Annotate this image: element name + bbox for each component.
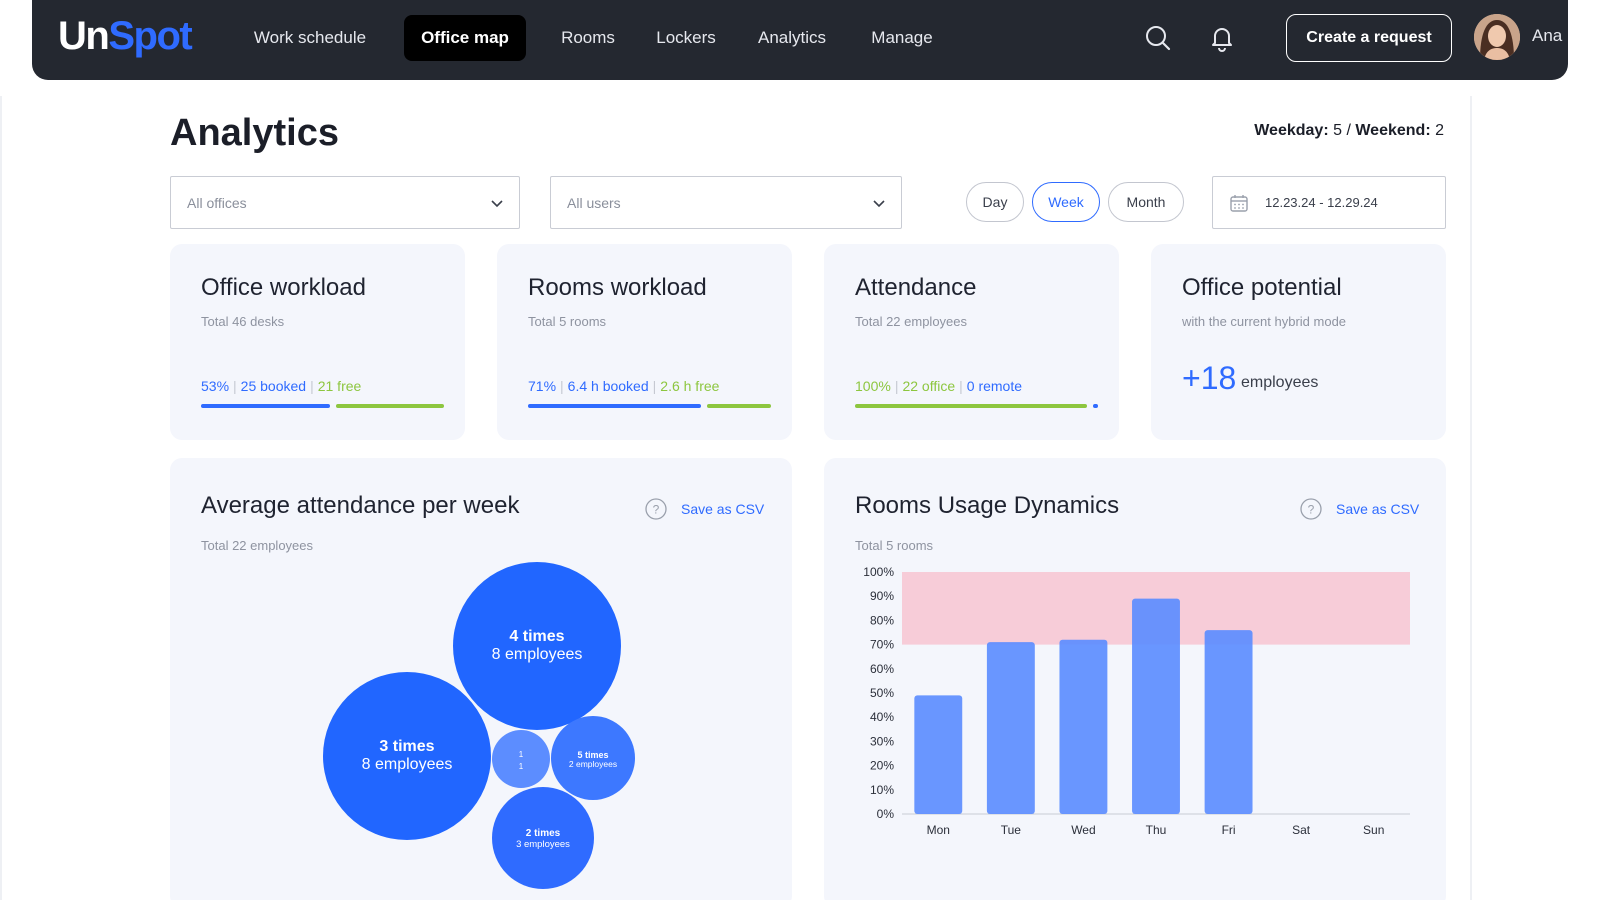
- date-range-picker[interactable]: 12.23.24 - 12.29.24: [1212, 176, 1446, 229]
- nav-rooms[interactable]: Rooms: [546, 15, 630, 61]
- page-frame-left: [0, 96, 2, 900]
- free-progress-bar: [707, 404, 771, 408]
- bar-wed[interactable]: [1059, 639, 1108, 814]
- page-frame-right: [1470, 96, 1472, 900]
- y-tick-label: 100%: [863, 565, 894, 579]
- potential-value: +18: [1182, 360, 1237, 396]
- unspot-logo[interactable]: UnSpot: [58, 12, 193, 60]
- page-title: Analytics: [170, 112, 339, 154]
- x-tick-label: Sun: [1363, 823, 1384, 837]
- attendance-stats: 100% | 22 office | 0 remote: [855, 378, 1023, 394]
- office-potential-card: Office potential with the current hybrid…: [1151, 244, 1446, 440]
- bar-fri[interactable]: [1204, 630, 1253, 814]
- user-name: Ana: [1532, 26, 1563, 45]
- y-tick-label: 80%: [870, 613, 894, 627]
- x-tick-label: Wed: [1071, 823, 1095, 837]
- svg-text:2 times: 2 times: [526, 828, 561, 839]
- period-month-button[interactable]: Month: [1108, 182, 1184, 222]
- nav-analytics[interactable]: Analytics: [744, 15, 840, 61]
- avatar[interactable]: [1474, 14, 1520, 60]
- bell-icon[interactable]: [1206, 22, 1238, 54]
- free-progress-bar: [336, 404, 444, 408]
- weekday-weekend-info: Weekday: 5 / Weekend: 2: [1254, 122, 1444, 139]
- card-subtitle: with the current hybrid mode: [1182, 314, 1347, 329]
- calendar-icon: [1230, 195, 1248, 212]
- y-tick-label: 20%: [870, 759, 894, 773]
- nav-manage[interactable]: Manage: [858, 15, 946, 61]
- x-tick-label: Sat: [1292, 823, 1311, 837]
- bar-tue[interactable]: [986, 642, 1035, 814]
- average-attendance-panel: Average attendance per week Total 22 emp…: [170, 458, 792, 900]
- bar-thu[interactable]: [1132, 598, 1180, 814]
- bubble-chart: 4 times 8 employees 3 times 8 employees …: [323, 562, 635, 889]
- y-tick-label: 0%: [877, 807, 895, 821]
- top-navigation-bar: UnSpot Work schedule Office map Rooms Lo…: [32, 0, 1568, 80]
- card-title: Rooms workload: [528, 274, 707, 301]
- card-title: Office workload: [201, 274, 366, 301]
- y-tick-label: 50%: [870, 686, 894, 700]
- offices-select[interactable]: All offices: [170, 176, 520, 229]
- card-title: Attendance: [855, 274, 977, 301]
- booked-progress-bar: [201, 404, 330, 408]
- bubble-2-times[interactable]: 2 times 3 employees: [492, 787, 594, 889]
- bubble-5-times[interactable]: 5 times 2 employees: [551, 716, 635, 800]
- office-progress-bar: [855, 404, 1087, 408]
- rooms-usage-bar-chart: 0% 10% 20% 30% 40% 50% 60% 70% 80% 90% 100% Mon Tue W…: [863, 565, 1410, 837]
- y-tick-label: 30%: [870, 734, 894, 748]
- users-select[interactable]: All users: [550, 176, 902, 229]
- booked-progress-bar: [528, 404, 701, 408]
- x-tick-label: Fri: [1222, 823, 1236, 837]
- svg-text:3 employees: 3 employees: [516, 839, 570, 850]
- nav-lockers[interactable]: Lockers: [642, 15, 730, 61]
- x-tick-label: Tue: [1001, 823, 1022, 837]
- potential-unit: employees: [1241, 374, 1319, 391]
- rooms-workload-card: Rooms workload Total 5 rooms 71% | 6.4 h b…: [497, 244, 792, 440]
- office-workload-card: Office workload Total 46 desks 53% | 25 bo…: [170, 244, 465, 440]
- y-tick-label: 90%: [870, 589, 894, 603]
- period-week-button[interactable]: Week: [1032, 182, 1100, 222]
- card-subtitle: Total 22 employees: [855, 314, 968, 329]
- svg-text:1: 1: [519, 750, 524, 759]
- create-request-button[interactable]: Create a request: [1286, 14, 1452, 62]
- period-day-button[interactable]: Day: [966, 182, 1024, 222]
- svg-text:4 times: 4 times: [509, 628, 564, 645]
- y-tick-label: 70%: [870, 638, 894, 652]
- attendance-card: Attendance Total 22 employees 100% | 22 of…: [824, 244, 1119, 440]
- bubble-3-times[interactable]: 3 times 8 employees: [323, 672, 491, 840]
- chevron-down-icon: [873, 200, 885, 208]
- remote-progress-bar: [1093, 404, 1098, 408]
- office-workload-stats: 53% | 25 booked | 21 free: [201, 378, 362, 394]
- search-icon[interactable]: [1142, 22, 1174, 54]
- card-subtitle: Total 5 rooms: [528, 314, 607, 329]
- bubble-1-time[interactable]: 1 1: [492, 730, 550, 788]
- svg-text:3 times: 3 times: [379, 738, 434, 755]
- nav-office-map[interactable]: Office map: [404, 15, 526, 61]
- bar-mon[interactable]: [914, 695, 963, 814]
- y-tick-label: 10%: [870, 783, 894, 797]
- svg-text:1: 1: [519, 762, 524, 771]
- x-tick-label: Thu: [1146, 823, 1167, 837]
- svg-text:8 employees: 8 employees: [492, 646, 583, 663]
- bubble-4-times[interactable]: 4 times 8 employees: [453, 562, 621, 730]
- y-tick-label: 40%: [870, 710, 894, 724]
- x-tick-label: Mon: [927, 823, 950, 837]
- card-subtitle: Total 46 desks: [201, 314, 285, 329]
- nav-work-schedule[interactable]: Work schedule: [238, 15, 382, 61]
- rooms-usage-panel: Rooms Usage Dynamics Total 5 rooms ? Sav…: [824, 458, 1446, 900]
- card-title: Office potential: [1182, 274, 1342, 301]
- y-tick-label: 60%: [870, 662, 894, 676]
- chevron-down-icon: [491, 200, 503, 208]
- rooms-workload-stats: 71% | 6.4 h booked | 2.6 h free: [528, 378, 720, 394]
- svg-text:8 employees: 8 employees: [362, 756, 453, 773]
- svg-text:2 employees: 2 employees: [569, 759, 617, 769]
